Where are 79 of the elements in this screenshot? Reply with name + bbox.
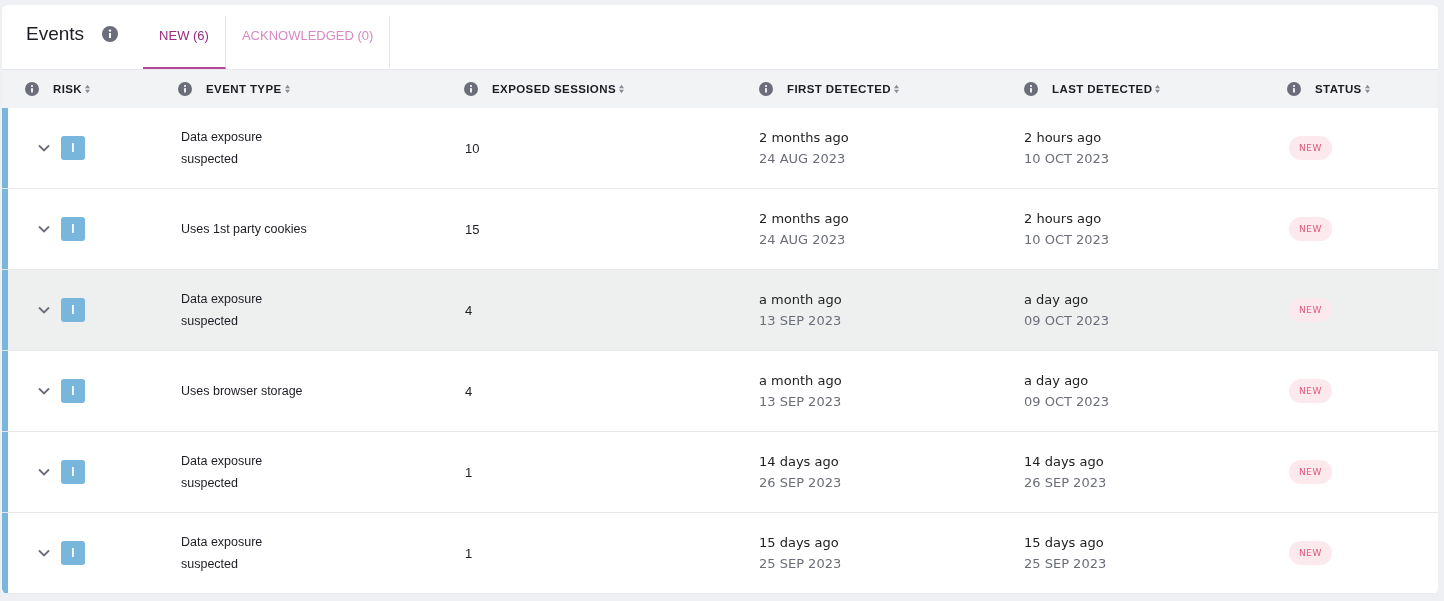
sort-icon[interactable] (893, 84, 900, 94)
relative-time: a day ago (1024, 372, 1089, 390)
column-header[interactable]: RISK (53, 83, 83, 95)
chevron-down-icon[interactable] (38, 306, 50, 314)
date-text: 10 OCT 2023 (1024, 231, 1110, 249)
risk-badge: I (61, 136, 85, 160)
session-count: 1 (465, 464, 473, 480)
risk-badge: I (61, 298, 85, 322)
column-header[interactable]: FIRST DETECTED (787, 83, 891, 95)
chevron-down-icon[interactable] (38, 387, 50, 395)
relative-time: 2 months ago (759, 129, 849, 147)
date-text: 13 SEP 2023 (759, 393, 842, 411)
chevron-down-icon[interactable] (38, 468, 50, 476)
date-text: 24 AUG 2023 (759, 231, 846, 249)
table-row[interactable]: I Data exposure suspected 1 15 days ago 25 SEP 2023 15 days ago 25 SEP 2023 NEW (2, 513, 1438, 594)
relative-time: a month ago (759, 291, 842, 309)
date-text: 25 SEP 2023 (759, 555, 842, 573)
table-row[interactable]: I Uses browser storage 4 a month ago 13 SEP 2023 a day ago 09 OCT 2023 NEW (2, 351, 1438, 432)
sort-icon[interactable] (1363, 84, 1371, 94)
session-count: 1 (465, 545, 473, 561)
info-icon (178, 82, 192, 96)
event-type: Uses browser storage (181, 383, 303, 400)
event-type: Data exposure suspected (181, 129, 264, 168)
sort-icon[interactable] (618, 84, 625, 94)
info-icon (25, 82, 39, 96)
relative-time: a day ago (1024, 291, 1089, 309)
session-count: 4 (465, 302, 473, 318)
relative-time: 15 days ago (1024, 534, 1104, 552)
table-row[interactable]: I Data exposure suspected 4 a month ago 13 SEP 2023 a day ago 09 OCT 2023 NEW (2, 270, 1438, 351)
date-text: 13 SEP 2023 (759, 312, 842, 330)
relative-time: 2 hours ago (1024, 129, 1102, 147)
relative-time: 14 days ago (1024, 453, 1104, 471)
date-text: 26 SEP 2023 (1024, 474, 1107, 492)
column-header[interactable]: EXPOSED SESSIONS (492, 83, 616, 95)
chevron-down-icon[interactable] (38, 225, 50, 233)
event-type: Uses 1st party cookies (181, 221, 307, 238)
info-icon (1024, 82, 1038, 96)
event-type: Data exposure suspected (181, 534, 264, 573)
date-text: 26 SEP 2023 (759, 474, 842, 492)
sort-icon[interactable] (283, 84, 291, 94)
chevron-down-icon[interactable] (38, 144, 50, 152)
date-text: 10 OCT 2023 (1024, 150, 1110, 168)
session-count: 4 (465, 383, 473, 399)
status-pill: NEW (1289, 379, 1332, 403)
info-icon (1287, 82, 1301, 96)
risk-badge: I (61, 217, 85, 241)
relative-time: a month ago (759, 372, 842, 390)
risk-badge: I (61, 460, 85, 484)
info-icon (759, 82, 773, 96)
info-icon (102, 26, 119, 42)
relative-time: 2 months ago (759, 210, 849, 228)
event-type: Data exposure suspected (181, 453, 264, 492)
sort-icon[interactable] (84, 84, 92, 94)
session-count: 15 (465, 221, 480, 237)
risk-badge: I (61, 541, 85, 565)
chevron-down-icon[interactable] (38, 549, 50, 557)
date-text: 09 OCT 2023 (1024, 312, 1110, 330)
relative-time: 14 days ago (759, 453, 839, 471)
column-header[interactable]: STATUS (1315, 83, 1362, 95)
sort-icon[interactable] (1154, 84, 1162, 94)
date-text: 25 SEP 2023 (1024, 555, 1107, 573)
relative-time: 15 days ago (759, 534, 839, 552)
date-text: 24 AUG 2023 (759, 150, 846, 168)
column-header[interactable]: EVENT TYPE (206, 83, 282, 95)
status-pill: NEW (1289, 217, 1332, 241)
risk-badge: I (61, 379, 85, 403)
table-row[interactable]: I Data exposure suspected 10 2 months ago 24 AUG 2023 2 hours ago 10 OCT 2023 NEW (2, 108, 1438, 189)
event-type: Data exposure suspected (181, 291, 264, 330)
session-count: 10 (465, 140, 480, 156)
date-text: 09 OCT 2023 (1024, 393, 1110, 411)
status-pill: NEW (1289, 460, 1332, 484)
info-icon (464, 82, 478, 96)
page-title: Events (26, 23, 85, 45)
status-pill: NEW (1289, 136, 1332, 160)
status-pill: NEW (1289, 541, 1332, 565)
column-header[interactable]: LAST DETECTED (1052, 83, 1153, 95)
status-pill: NEW (1289, 298, 1332, 322)
table-row[interactable]: I Data exposure suspected 1 14 days ago 26 SEP 2023 14 days ago 26 SEP 2023 NEW (2, 432, 1438, 513)
relative-time: 2 hours ago (1024, 210, 1102, 228)
